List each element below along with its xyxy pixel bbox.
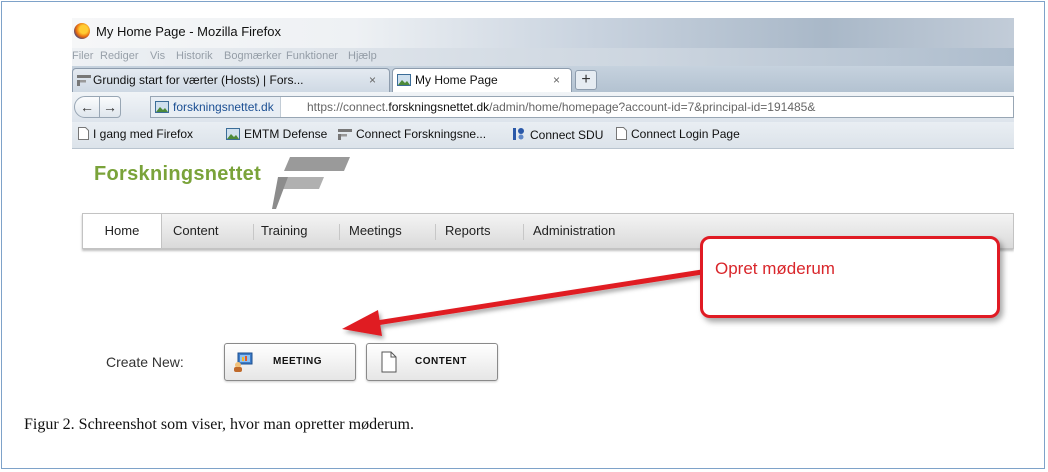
annotation-arrow [342, 269, 705, 336]
forskningsnettet-logo-icon [272, 157, 350, 209]
url-text: https://connect.forskningsnettet.dk/admi… [307, 97, 815, 117]
new-tab-button[interactable]: + [575, 70, 597, 90]
nav-tab-home[interactable]: Home [83, 214, 162, 248]
site-identity-button[interactable]: forskningsnettet.dk [151, 97, 281, 117]
figure-caption: Figur 2. Schreenshot som viser, hvor man… [24, 416, 414, 433]
page-icon [78, 127, 89, 140]
bookmark-getting-started[interactable]: I gang med Firefox [78, 127, 193, 141]
site-identity-label: forskningsnettet.dk [173, 100, 274, 114]
nav-tab-administration[interactable]: Administration [533, 223, 615, 238]
nav-tab-reports[interactable]: Reports [445, 223, 491, 238]
window-title: My Home Page - Mozilla Firefox [96, 24, 281, 39]
content-button-label: CONTENT [415, 356, 467, 367]
menu-edit[interactable]: Rediger [100, 50, 139, 62]
nav-tab-content[interactable]: Content [173, 223, 219, 238]
annotation-callout: Opret møderum [700, 236, 1000, 318]
page-thumbnail-icon [155, 101, 169, 113]
forskningsnettet-favicon-icon [77, 75, 91, 86]
create-new-label: Create New: [106, 354, 184, 370]
menu-view[interactable]: Vis [150, 50, 165, 62]
tab-my-home-page[interactable]: My Home Page × [392, 68, 572, 92]
url-prefix: https://connect. [307, 100, 389, 114]
nav-divider [435, 224, 436, 240]
forskningsnettet-favicon-icon [338, 129, 352, 140]
menu-history[interactable]: Historik [176, 50, 213, 62]
title-bar: My Home Page - Mozilla Firefox [72, 18, 1014, 48]
menu-file[interactable]: Filer [72, 50, 93, 62]
page-thumbnail-icon [226, 128, 240, 140]
back-button[interactable]: ← [74, 96, 100, 118]
menu-bookmarks[interactable]: Bogmærker [224, 50, 281, 62]
create-meeting-button[interactable]: MEETING [224, 343, 356, 381]
navigation-bar: ← → forskningsnettet.dk https://connect.… [72, 92, 1014, 123]
url-domain: forskningsnettet.dk [388, 100, 490, 114]
bookmark-emtm-defense[interactable]: EMTM Defense [226, 127, 327, 141]
nav-divider [253, 224, 254, 240]
document-icon [381, 351, 397, 373]
firefox-logo-icon [74, 23, 90, 39]
nav-divider [523, 224, 524, 240]
address-bar[interactable]: forskningsnettet.dk https://connect.fors… [150, 96, 1014, 118]
forskningsnettet-logo-text: Forskningsnettet [94, 163, 262, 185]
tab-bar: Grundig start for værter (Hosts) | Fors.… [72, 66, 1014, 92]
nav-tab-meetings[interactable]: Meetings [349, 223, 402, 238]
bookmark-label: I gang med Firefox [93, 127, 194, 141]
nav-divider [339, 224, 340, 240]
url-path: /admin/home/homepage?account-id=7&princi… [489, 100, 816, 114]
page-icon [616, 127, 627, 140]
bookmark-connect-login[interactable]: Connect Login Page [616, 127, 740, 141]
close-icon[interactable]: × [369, 73, 376, 87]
tab-label: My Home Page [415, 73, 498, 87]
menu-bar: Filer Rediger Vis Historik Bogmærker Fun… [72, 48, 1014, 66]
nav-tab-training[interactable]: Training [261, 223, 307, 238]
meeting-icon [234, 352, 253, 372]
forward-button[interactable]: → [99, 96, 121, 118]
tab-grundig-start[interactable]: Grundig start for værter (Hosts) | Fors.… [72, 68, 390, 92]
menu-tools[interactable]: Funktioner [286, 50, 338, 62]
sdu-logo-icon [513, 128, 524, 140]
close-icon[interactable]: × [553, 73, 560, 87]
bookmark-connect-sdu[interactable]: Connect SDU [512, 127, 603, 142]
menu-help[interactable]: Hjælp [348, 50, 377, 62]
tab-label: Grundig start for værter (Hosts) | Fors.… [93, 73, 304, 87]
bookmarks-toolbar: I gang med Firefox EMTM Defense Connect … [72, 122, 1014, 149]
page-thumbnail-icon [397, 74, 411, 86]
create-content-button[interactable]: CONTENT [366, 343, 498, 381]
callout-text: Opret møderum [715, 259, 835, 278]
bookmark-connect-forskningsnettet[interactable]: Connect Forskningsne... [338, 127, 486, 141]
bookmark-label: Connect SDU [530, 128, 604, 142]
meeting-button-label: MEETING [273, 356, 323, 367]
bookmark-label: Connect Login Page [631, 127, 740, 141]
bookmark-label: Connect Forskningsne... [356, 127, 487, 141]
bookmark-label: EMTM Defense [244, 127, 328, 141]
